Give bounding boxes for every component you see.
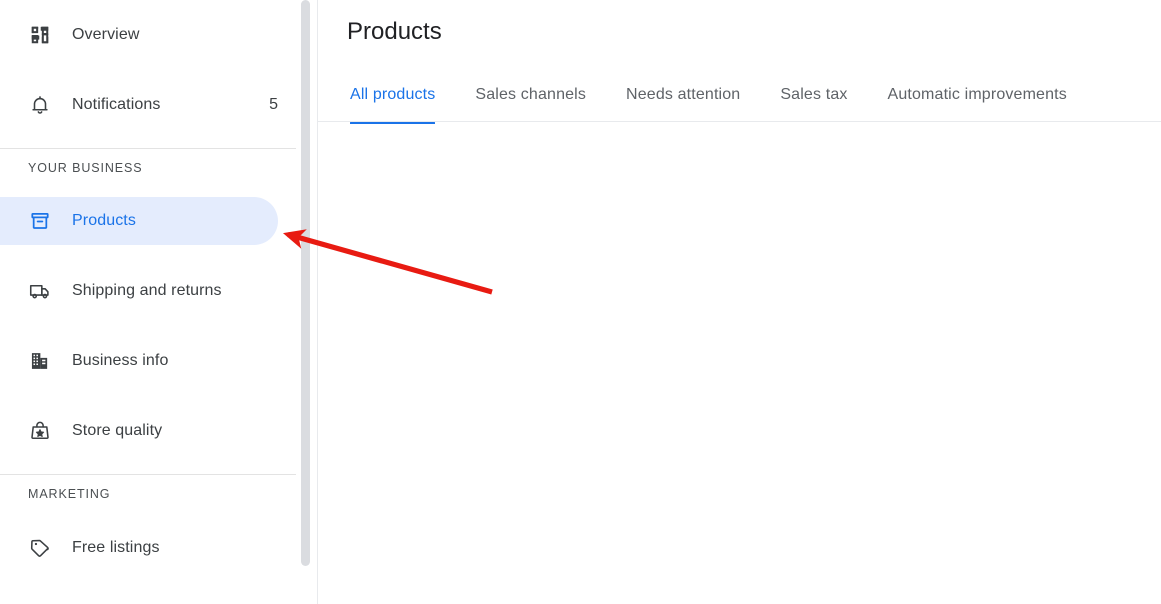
- tag-icon: [28, 536, 52, 560]
- sidebar-top-spacer: [0, 0, 296, 11]
- sidebar-item-products[interactable]: Products: [0, 197, 278, 245]
- sidebar-navigation: Overview Notifications 5 YOUR BUSINESS P…: [0, 0, 296, 604]
- sidebar-item-store-quality[interactable]: Store quality: [0, 407, 296, 455]
- tab-needs-attention[interactable]: Needs attention: [626, 76, 740, 121]
- tab-sales-tax[interactable]: Sales tax: [780, 76, 847, 121]
- shopping-bag-star-icon: [28, 419, 52, 443]
- sidebar-item-notifications[interactable]: Notifications 5: [0, 81, 296, 129]
- sidebar-item-label: Shipping and returns: [72, 282, 222, 299]
- sidebar-item-overview[interactable]: Overview: [0, 11, 296, 59]
- merchant-center-page: Overview Notifications 5 YOUR BUSINESS P…: [0, 0, 1161, 604]
- bell-icon: [28, 93, 52, 117]
- sidebar-item-shipping-and-returns[interactable]: Shipping and returns: [0, 267, 296, 315]
- sidebar-item-label: Notifications: [72, 96, 161, 113]
- tab-label: Automatic improvements: [887, 86, 1067, 103]
- inventory-box-icon: [28, 209, 52, 233]
- main-content: Products All products Sales channels Nee…: [318, 0, 1161, 604]
- sidebar-item-label: Store quality: [72, 422, 163, 439]
- sidebar-item-label: Free listings: [72, 539, 160, 556]
- notifications-count-badge: 5: [269, 96, 278, 113]
- sidebar-item-label: Business info: [72, 352, 169, 369]
- tab-label: Sales tax: [780, 86, 848, 103]
- sidebar-section-marketing-label: MARKETING: [28, 487, 111, 501]
- sidebar-section-your-business-label: YOUR BUSINESS: [28, 161, 143, 175]
- sidebar-item-business-info[interactable]: Business info: [0, 337, 296, 385]
- sidebar-item-free-listings[interactable]: Free listings: [0, 524, 296, 572]
- building-icon: [28, 349, 52, 373]
- products-tab-bar: All products Sales channels Needs attent…: [318, 76, 1161, 124]
- tab-all-products[interactable]: All products: [350, 76, 436, 124]
- tab-label: All products: [350, 86, 436, 103]
- tab-label: Needs attention: [626, 86, 741, 103]
- sidebar-item-label: Products: [72, 212, 136, 229]
- truck-icon: [28, 279, 52, 303]
- tab-label: Sales channels: [475, 86, 587, 103]
- dashboard-icon: [28, 23, 52, 47]
- tab-sales-channels[interactable]: Sales channels: [475, 76, 586, 121]
- tab-automatic-improvements[interactable]: Automatic improvements: [888, 76, 1067, 121]
- sidebar-scrollbar-thumb[interactable]: [301, 0, 310, 566]
- sidebar-item-label: Overview: [72, 26, 140, 43]
- tab-bar-bottom-border: [318, 121, 1161, 122]
- page-title: Products: [347, 18, 442, 45]
